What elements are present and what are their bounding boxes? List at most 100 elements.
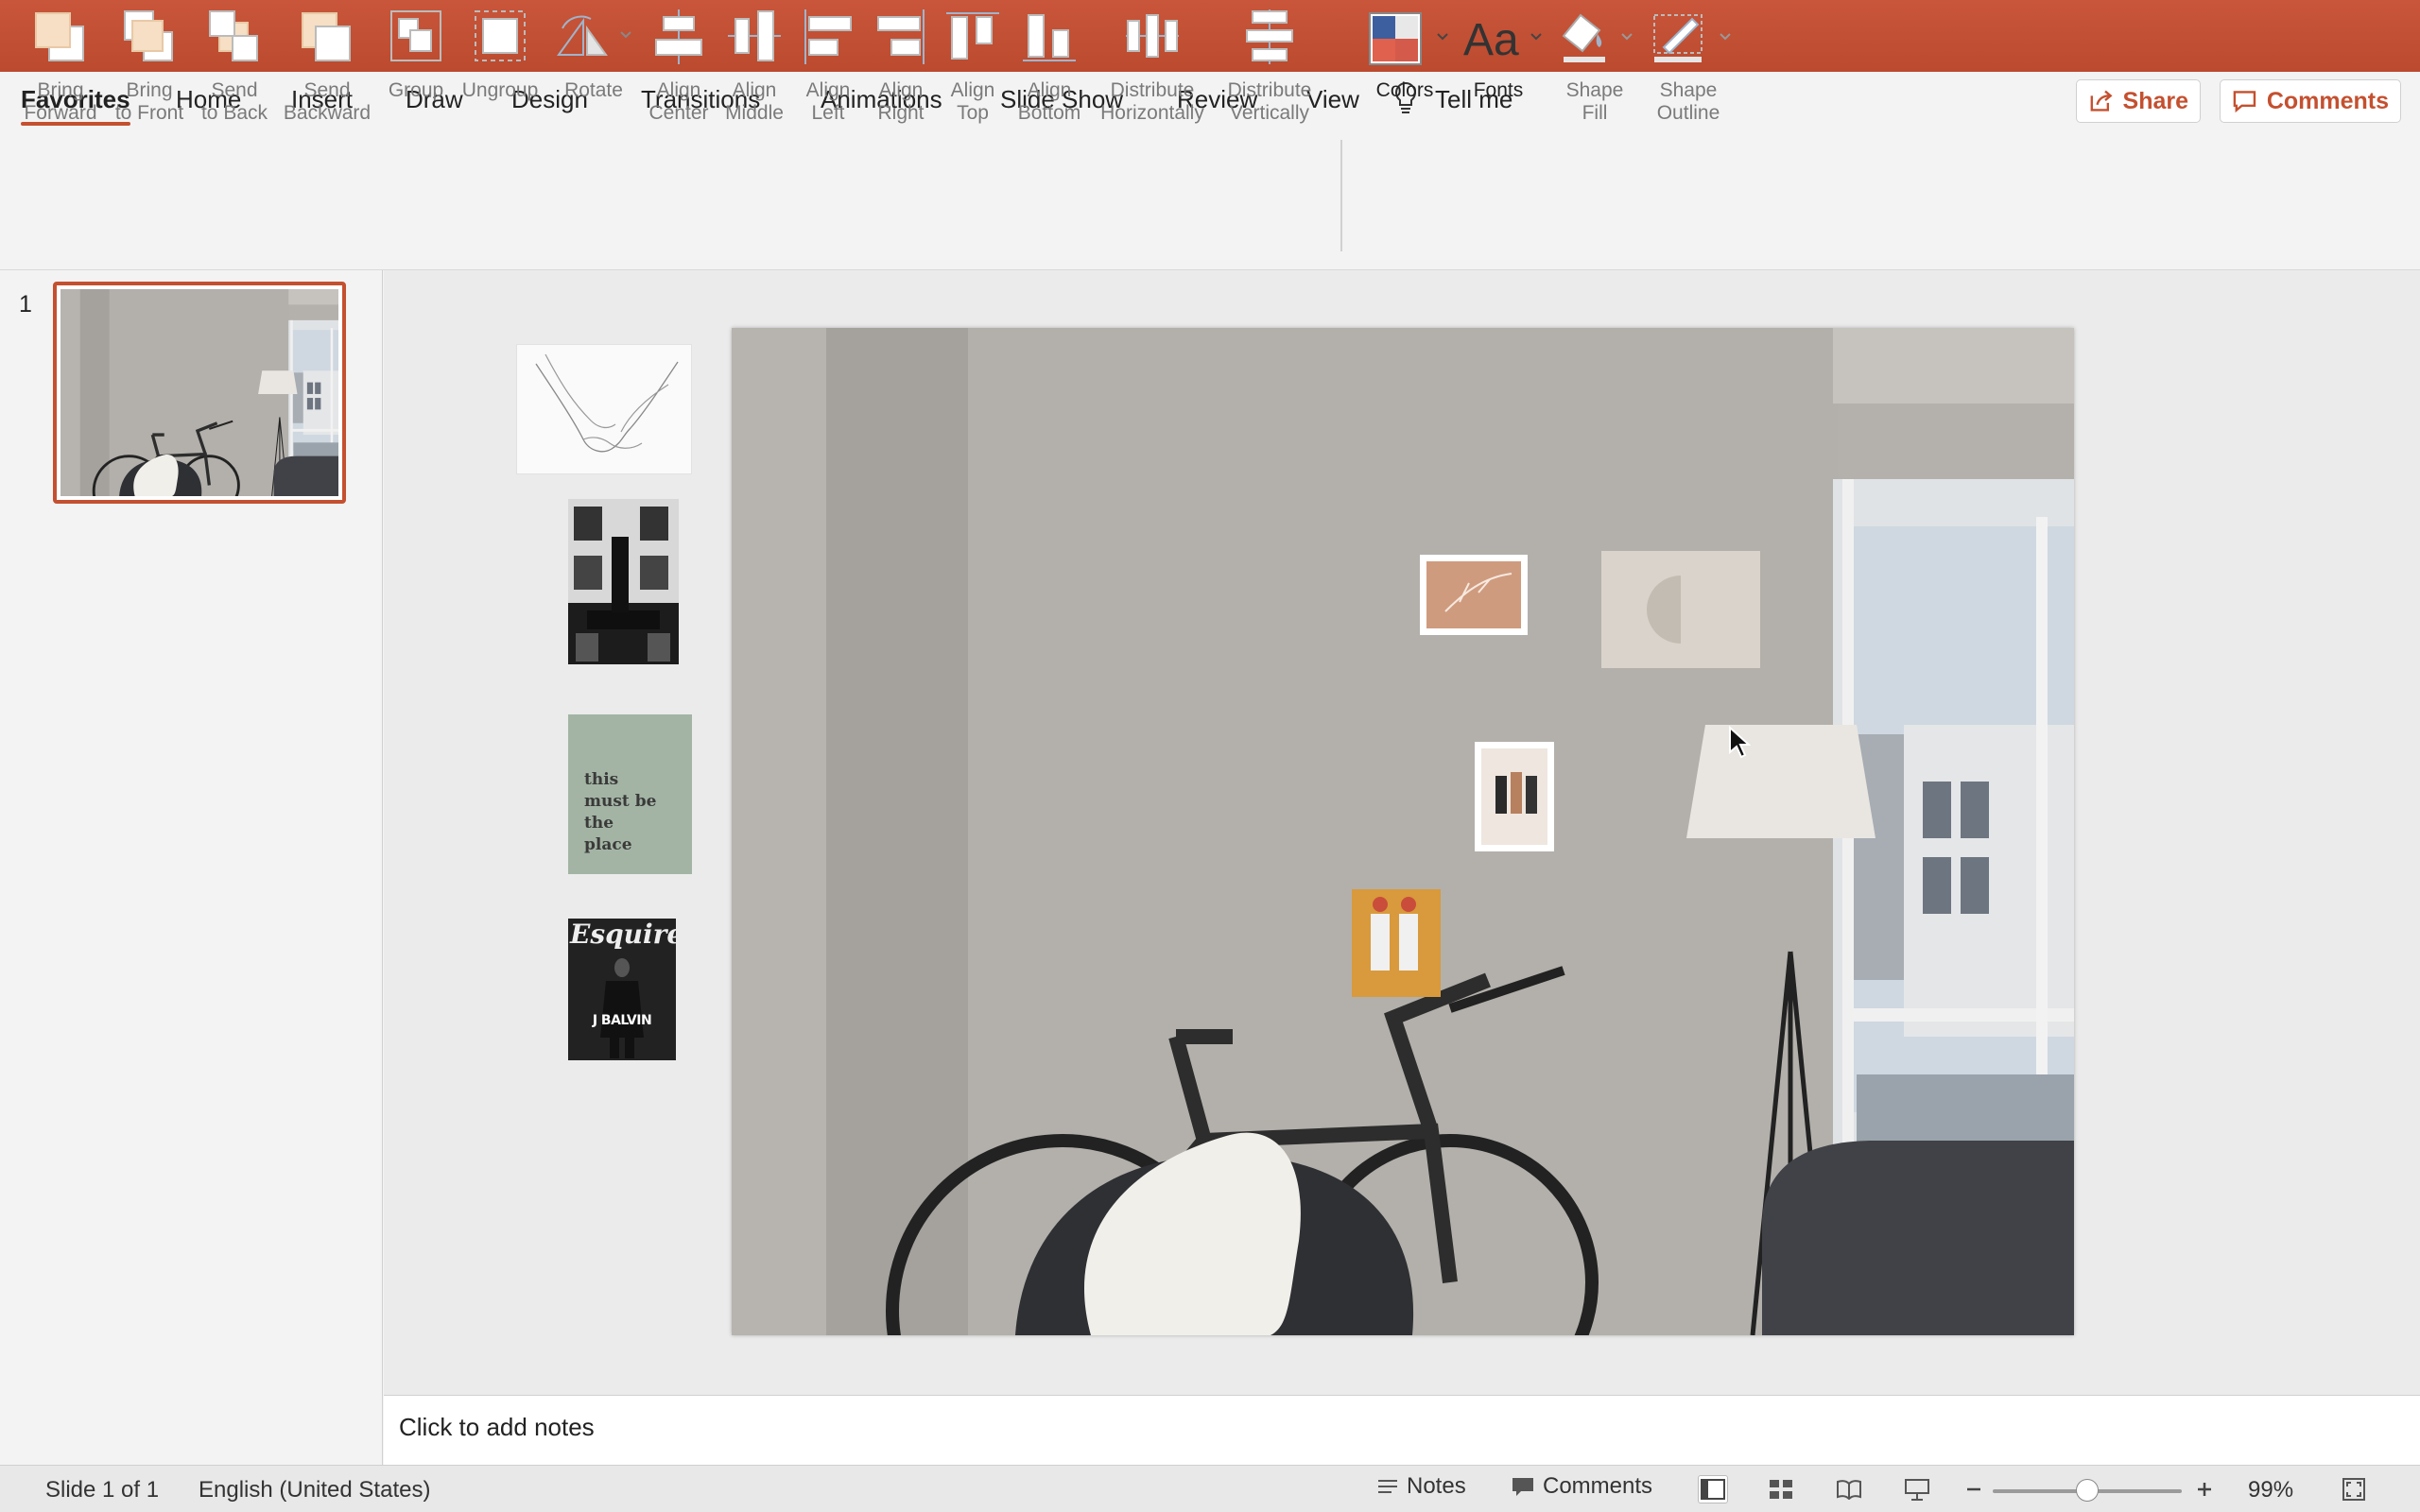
distribute-horizontally-label: Distribute Horizontally (1100, 79, 1204, 124)
plus-icon (2198, 1483, 2211, 1496)
align-top-label: Align Top (950, 79, 995, 124)
distribute-vertically-button[interactable]: Distribute Vertically (1214, 8, 1325, 125)
align-top-button[interactable]: Align Top (938, 8, 1008, 125)
zoom-slider-handle[interactable] (2076, 1479, 2099, 1502)
shape-outline-button[interactable]: Shape Outline (1639, 8, 1737, 125)
fonts-label: Fonts (1473, 79, 1524, 101)
mouse-cursor-icon (1729, 726, 1751, 759)
colors-button[interactable]: Colors (1357, 8, 1452, 102)
ribbon (0, 132, 2420, 270)
align-middle-button[interactable]: Align Middle (718, 8, 790, 125)
fit-to-window-button[interactable] (2339, 1475, 2369, 1503)
ungroup-icon (475, 10, 526, 61)
comment-icon (2233, 91, 2256, 113)
bring-forward-icon (35, 12, 84, 61)
bring-forward-button[interactable]: Bring Forward (17, 8, 104, 125)
rotate-label: Rotate (564, 79, 623, 101)
notes-label: Notes (1407, 1473, 1466, 1499)
comment-icon (1512, 1478, 1533, 1496)
bring-forward-label: Bring Forward (24, 79, 97, 124)
slide-number: 1 (19, 291, 32, 318)
align-left-label: Align Left (805, 79, 851, 124)
fit-to-window-icon (2342, 1478, 2365, 1501)
align-right-label: Align Right (877, 79, 925, 124)
share-icon (2090, 90, 2113, 112)
comments-label: Comments (2266, 87, 2389, 114)
ungroup-label: Ungroup (461, 79, 539, 101)
distribute-vertically-icon (1246, 9, 1293, 64)
align-middle-icon (728, 10, 781, 61)
status-comments-button[interactable]: Comments (1511, 1473, 1652, 1500)
bring-to-front-button[interactable]: Bring to Front (106, 8, 193, 125)
zoom-in-button[interactable] (2189, 1475, 2220, 1503)
status-comments-label: Comments (1543, 1473, 1653, 1499)
align-center-icon (655, 9, 702, 64)
room-photo (732, 328, 2074, 1335)
send-backward-icon (302, 12, 351, 61)
notes-pane[interactable]: Click to add notes (384, 1395, 2420, 1465)
slide-sorter-button[interactable] (1766, 1475, 1796, 1503)
svg-text:Aa: Aa (1463, 15, 1519, 65)
magazine-cover[interactable]: Esquire J BALVIN (568, 919, 676, 1060)
send-backward-button[interactable]: Send Backward (280, 8, 374, 125)
align-bottom-label: Align Bottom (1017, 79, 1081, 124)
hands-line-drawing (535, 353, 679, 453)
slide-sorter-icon (1770, 1480, 1792, 1499)
ungroup-button[interactable]: Ungroup (458, 8, 543, 102)
shape-fill-icon (1562, 13, 1633, 62)
send-to-back-label: Send to Back (200, 79, 268, 124)
ribbon-divider (1340, 140, 1342, 251)
reading-view-button[interactable] (1834, 1475, 1864, 1503)
comments-button[interactable]: Comments (2220, 79, 2401, 123)
align-bottom-button[interactable]: Align Bottom (1010, 8, 1089, 125)
slideshow-icon (1905, 1479, 1929, 1501)
fonts-icon: Aa (1463, 15, 1542, 65)
align-center-button[interactable]: Align Center (643, 8, 715, 125)
distribute-horizontally-button[interactable]: Distribute Horizontally (1093, 8, 1212, 125)
shape-fill-label: Shape Fill (1565, 79, 1624, 124)
magazine-cover-name: J BALVIN (592, 1013, 652, 1028)
distribute-horizontally-icon (1126, 14, 1179, 58)
zoom-out-button[interactable] (1959, 1475, 1989, 1503)
hands-sketch-image[interactable] (516, 344, 692, 474)
storefront-photo[interactable] (568, 499, 679, 664)
send-to-back-button[interactable]: Send to Back (193, 8, 276, 125)
shape-outline-icon (1653, 14, 1731, 62)
notes-button[interactable]: Notes (1376, 1473, 1466, 1500)
distribute-vertically-label: Distribute Vertically (1227, 79, 1312, 124)
normal-view-button[interactable] (1698, 1475, 1728, 1503)
storefront-image (568, 499, 679, 664)
align-middle-label: Align Middle (725, 79, 784, 124)
share-label: Share (2122, 87, 2188, 114)
reading-view-icon (1837, 1480, 1861, 1500)
group-label: Group (388, 79, 444, 101)
align-bottom-icon (1023, 14, 1076, 61)
slide-counter: Slide 1 of 1 (45, 1477, 160, 1503)
fonts-button[interactable]: Aa Fonts (1452, 8, 1545, 102)
slide-canvas[interactable] (732, 328, 2074, 1335)
share-button[interactable]: Share (2076, 79, 2201, 123)
language-indicator[interactable]: English (United States) (199, 1477, 430, 1503)
slide-thumbnail[interactable] (53, 282, 346, 504)
minus-icon (1967, 1487, 1980, 1491)
colors-icon (1369, 12, 1448, 65)
align-right-icon (877, 9, 925, 64)
slideshow-view-button[interactable] (1902, 1475, 1932, 1503)
bring-to-front-icon (124, 10, 173, 61)
normal-view-icon (1701, 1479, 1725, 1500)
group-icon (390, 10, 441, 61)
quote-poster[interactable]: this must be the place (568, 714, 692, 874)
shape-outline-label: Shape Outline (1656, 79, 1720, 124)
group-button[interactable]: Group (382, 8, 450, 102)
align-left-icon (804, 9, 852, 64)
align-left-button[interactable]: Align Left (792, 8, 864, 125)
rotate-button[interactable]: Rotate (550, 8, 637, 102)
shape-fill-button[interactable]: Shape Fill (1552, 8, 1637, 125)
magazine-figure (600, 958, 644, 1058)
rotate-icon (557, 15, 631, 56)
align-top-icon (946, 12, 999, 60)
align-right-button[interactable]: Align Right (864, 8, 938, 125)
slide-thumbnail-image (60, 289, 338, 496)
send-to-back-icon (209, 10, 258, 61)
zoom-level[interactable]: 99% (2248, 1477, 2293, 1503)
